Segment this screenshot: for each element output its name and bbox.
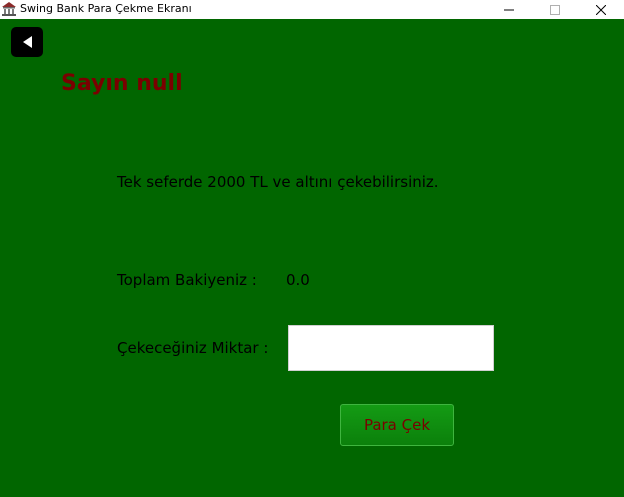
amount-label: Çekeceğiniz Miktar : <box>117 339 269 357</box>
withdraw-limit-info: Tek seferde 2000 TL ve altını çekebilirs… <box>117 173 439 191</box>
withdraw-button[interactable]: Para Çek <box>340 404 454 446</box>
bank-app-icon <box>1 1 17 17</box>
minimize-button[interactable] <box>486 0 532 19</box>
balance-label: Toplam Bakiyeniz : <box>117 271 257 289</box>
app-window: Swing Bank Para Çekme Ekranı Sayın null <box>0 0 624 497</box>
amount-input[interactable] <box>288 325 494 371</box>
back-button[interactable] <box>11 27 43 57</box>
triangle-left-icon <box>23 36 32 48</box>
withdraw-panel: Sayın null Tek seferde 2000 TL ve altını… <box>0 19 624 497</box>
close-button[interactable] <box>578 0 624 19</box>
window-title: Swing Bank Para Çekme Ekranı <box>20 2 192 15</box>
maximize-button[interactable] <box>532 0 578 19</box>
balance-value: 0.0 <box>286 271 310 289</box>
greeting-title: Sayın null <box>61 71 183 96</box>
maximize-icon <box>550 4 560 15</box>
title-bar[interactable]: Swing Bank Para Çekme Ekranı <box>0 0 624 19</box>
minimize-icon <box>504 9 514 10</box>
close-icon <box>596 4 606 15</box>
